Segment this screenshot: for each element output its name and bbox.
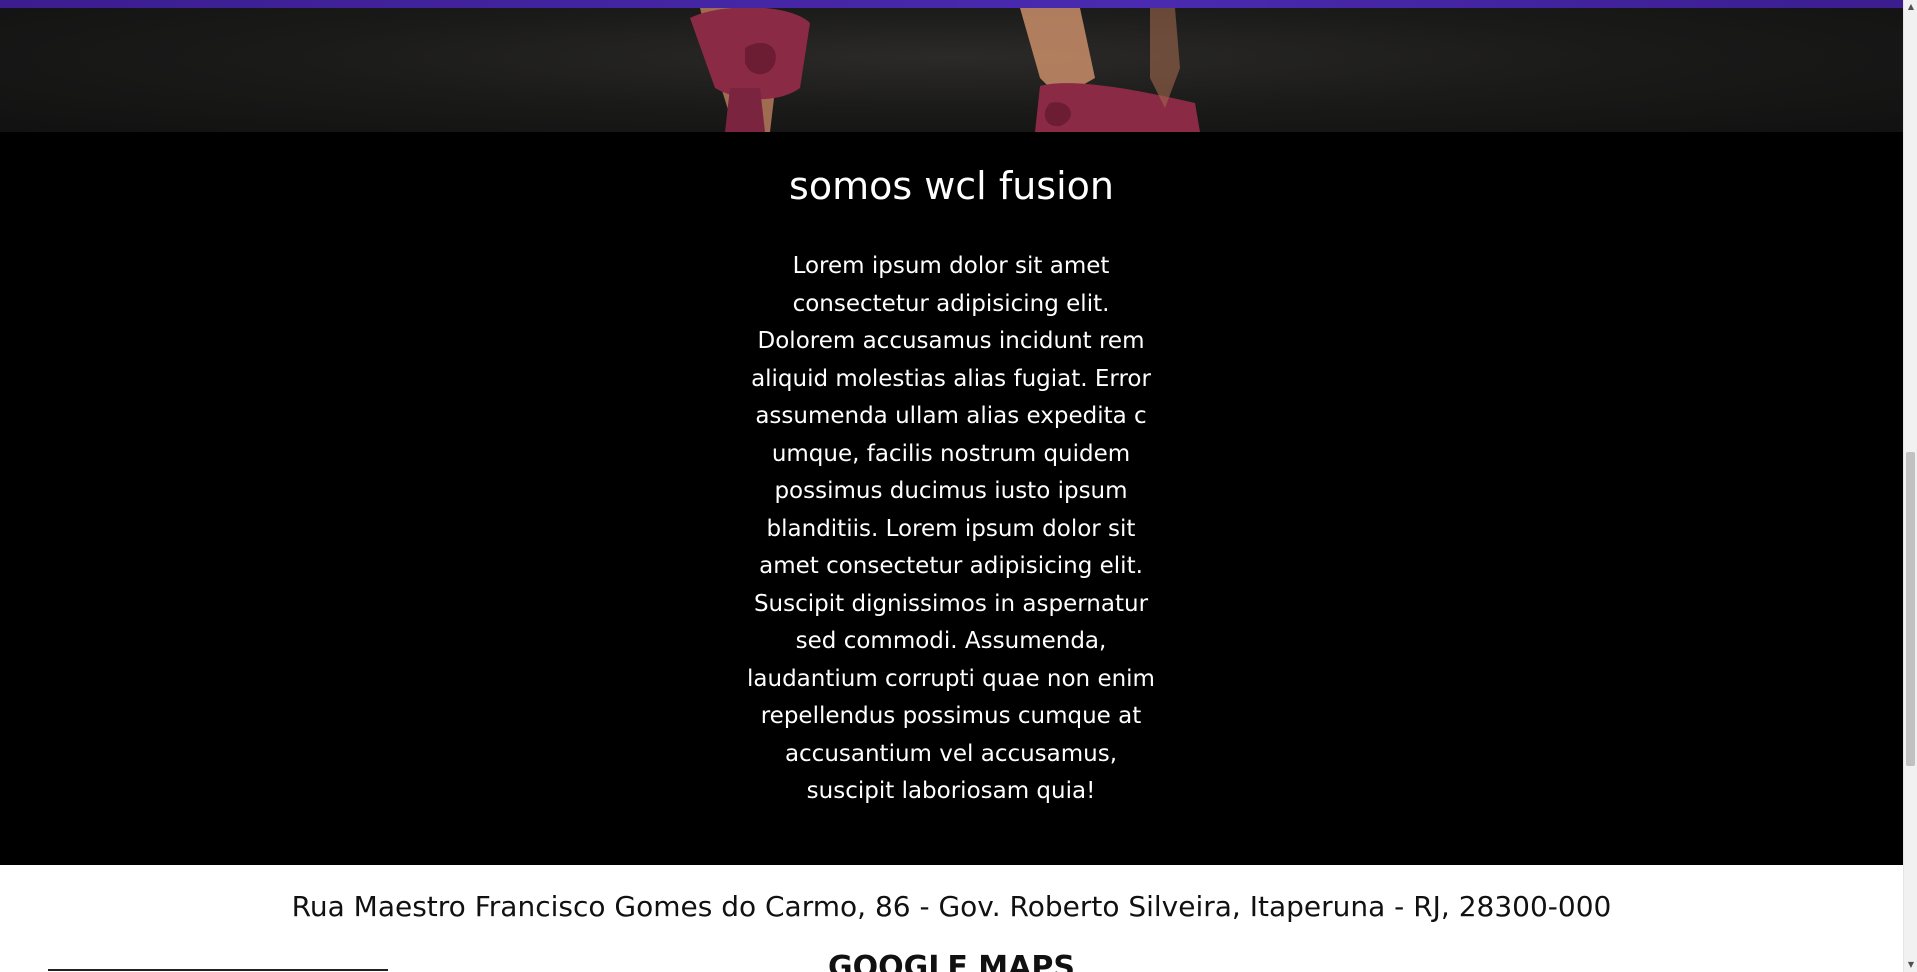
vertical-scrollbar[interactable]: ▲ ▼: [1903, 0, 1917, 972]
top-accent-bar: [0, 0, 1903, 8]
bottom-divider: [48, 969, 388, 971]
hero-banner-image: [0, 8, 1903, 132]
hero-fighters-illustration: [690, 8, 1200, 132]
about-section: somos wcl fusion Lorem ipsum dolor sit a…: [0, 132, 1903, 865]
page: somos wcl fusion Lorem ipsum dolor sit a…: [0, 0, 1917, 972]
scroll-down-arrow-icon[interactable]: ▼: [1904, 958, 1917, 972]
about-title: somos wcl fusion: [789, 164, 1114, 208]
scrollbar-thumb[interactable]: [1906, 452, 1915, 766]
address-text: Rua Maestro Francisco Gomes do Carmo, 86…: [291, 890, 1612, 923]
scroll-up-arrow-icon[interactable]: ▲: [1904, 0, 1917, 14]
about-text: Lorem ipsum dolor sit amet consectetur a…: [747, 253, 1155, 804]
location-section: Rua Maestro Francisco Gomes do Carmo, 86…: [0, 865, 1903, 972]
